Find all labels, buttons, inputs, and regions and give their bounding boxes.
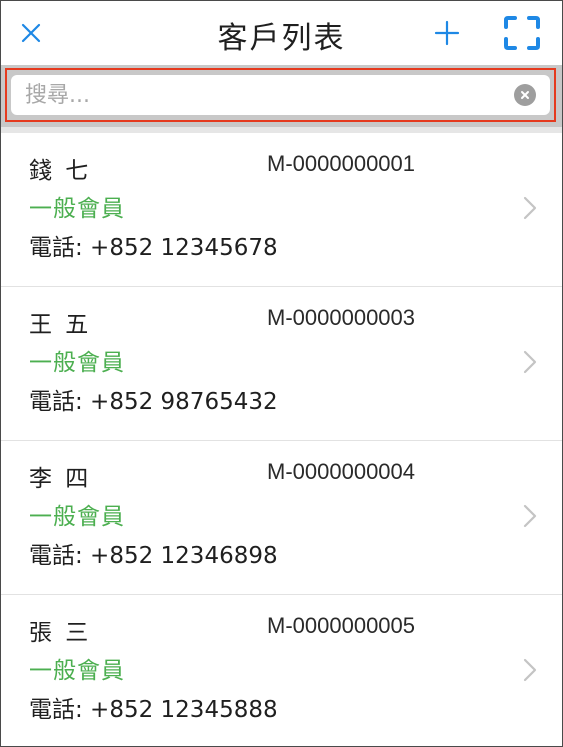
customer-list: 錢 七 M-0000000001 一般會員 電話: +852 12345678 … <box>1 133 562 746</box>
member-level: 一般會員 <box>29 350 125 376</box>
member-level: 一般會員 <box>29 658 125 684</box>
customer-phone: 電話: +852 12345888 <box>29 697 278 723</box>
search-bar-container <box>1 65 562 127</box>
chevron-right-icon <box>523 658 537 682</box>
customer-name: 王 五 <box>29 312 92 338</box>
page-title: 客戶列表 <box>217 21 346 56</box>
chevron-right-icon <box>523 350 537 374</box>
clear-search-button[interactable] <box>514 84 536 106</box>
customer-id: M-0000000003 <box>267 305 416 330</box>
search-highlight-frame <box>5 68 556 122</box>
member-level: 一般會員 <box>29 504 125 530</box>
header-bar: 客戶列表 <box>1 1 562 65</box>
customer-row[interactable]: 李 四 M-0000000004 一般會員 電話: +852 12346898 <box>1 441 562 595</box>
customer-id: M-0000000005 <box>267 613 416 638</box>
customer-row[interactable]: 錢 七 M-0000000001 一般會員 電話: +852 12345678 <box>1 133 562 287</box>
customer-phone: 電話: +852 12345678 <box>29 235 278 261</box>
customer-phone: 電話: +852 12346898 <box>29 543 278 569</box>
customer-id: M-0000000004 <box>267 459 416 484</box>
chevron-right-icon <box>523 196 537 220</box>
customer-row[interactable]: 張 三 M-0000000005 一般會員 電話: +852 12345888 <box>1 595 562 746</box>
add-customer-button[interactable] <box>429 15 465 51</box>
customer-name: 張 三 <box>29 620 92 646</box>
search-box <box>11 75 550 115</box>
clear-icon <box>521 91 529 99</box>
customer-row[interactable]: 王 五 M-0000000003 一般會員 電話: +852 98765432 <box>1 287 562 441</box>
scan-button[interactable] <box>501 13 543 53</box>
customer-name: 李 四 <box>29 466 92 492</box>
search-input[interactable] <box>25 75 495 115</box>
member-level: 一般會員 <box>29 196 125 222</box>
app-frame: 客戶列表 搜尋... 錢 七 M-0000000001 一般會員 電話: +85… <box>0 0 563 747</box>
customer-phone: 電話: +852 98765432 <box>29 389 278 415</box>
plus-icon <box>434 20 460 46</box>
customer-name: 錢 七 <box>29 158 92 184</box>
chevron-right-icon <box>523 504 537 528</box>
scan-icon <box>504 16 540 50</box>
customer-id: M-0000000001 <box>267 151 416 176</box>
